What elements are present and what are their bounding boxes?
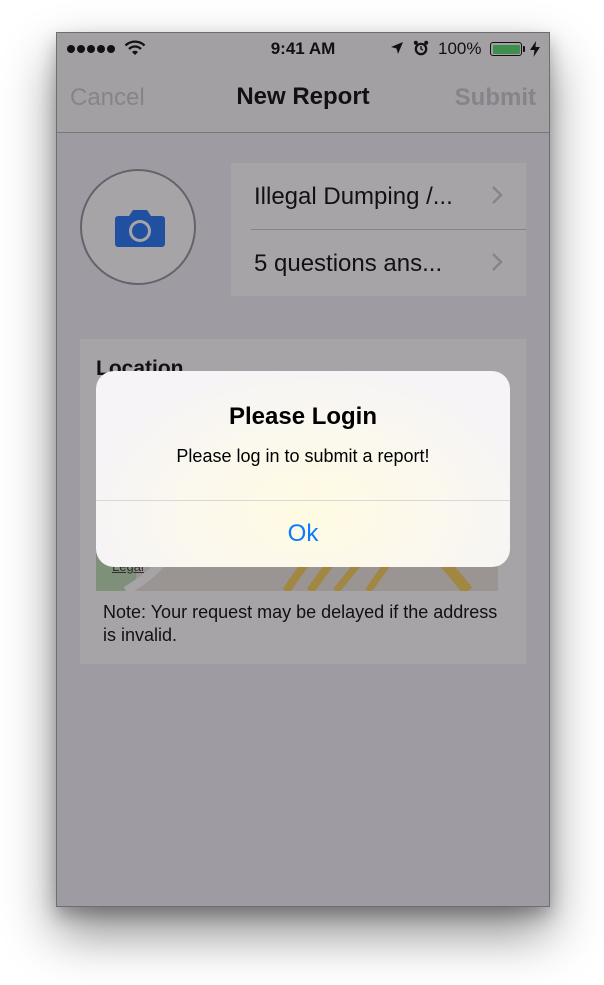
login-alert-dialog: Please Login Please log in to submit a r… xyxy=(96,371,510,567)
phone-screen: 9:41 AM 100% Cancel New Report Submit Il… xyxy=(56,32,550,907)
alert-message: Please log in to submit a report! xyxy=(176,446,430,466)
alert-title: Please Login xyxy=(228,403,378,430)
ok-button[interactable]: Ok xyxy=(96,501,510,567)
